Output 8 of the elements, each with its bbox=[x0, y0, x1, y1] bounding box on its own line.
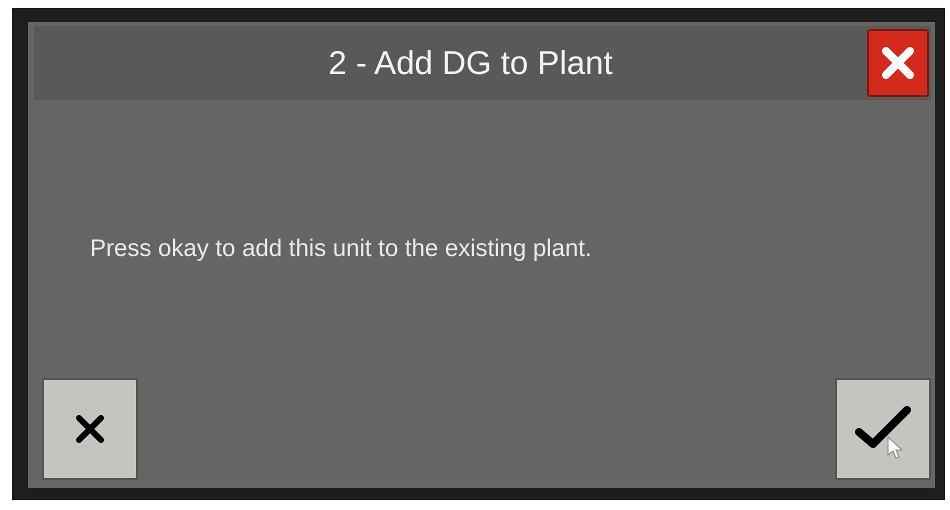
cursor-icon bbox=[887, 436, 903, 460]
cancel-button[interactable] bbox=[42, 378, 138, 480]
dialog-title: 2 - Add DG to Plant bbox=[327, 44, 614, 82]
dialog-message: Press okay to add this unit to the existing plant. bbox=[90, 235, 592, 263]
close-icon bbox=[75, 414, 105, 444]
close-button[interactable] bbox=[867, 29, 929, 97]
close-icon bbox=[881, 46, 915, 80]
confirm-button[interactable] bbox=[835, 378, 931, 480]
